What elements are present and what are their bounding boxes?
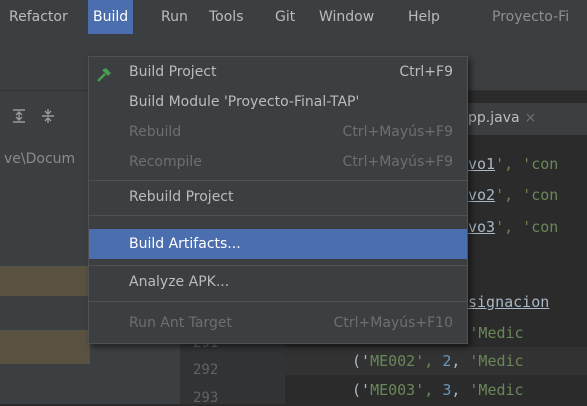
menu-build[interactable]: Build [88, 0, 134, 34]
code-line: vo3', 'con [468, 218, 559, 236]
menu-item-label: Build Artifacts... [129, 236, 241, 252]
editor-tab[interactable]: pp.java × [468, 110, 536, 126]
code-line: ('ME002', 2, 'Medic [352, 352, 524, 370]
code-line: vo2', 'con [468, 186, 559, 204]
code-line: signacion [468, 293, 550, 311]
project-title: Proyecto-Fi [492, 9, 570, 25]
menu-item-label: Build Module 'Proyecto-Final-TAP' [129, 94, 360, 110]
menu-item-build-module[interactable]: Build Module 'Proyecto-Final-TAP' [89, 87, 467, 117]
menu-separator [89, 301, 467, 302]
menu-separator [89, 180, 467, 181]
highlighted-row [0, 266, 90, 296]
menu-item-shortcut: Ctrl+F9 [399, 64, 453, 80]
menu-item-rebuild: Rebuild Ctrl+Mayús+F9 [89, 117, 467, 147]
menu-item-shortcut: Ctrl+Mayús+F9 [342, 124, 453, 140]
menu-refactor[interactable]: Refactor [4, 0, 73, 34]
menu-item-build-project[interactable]: Build Project Ctrl+F9 [89, 57, 467, 87]
menu-item-shortcut: Ctrl+Mayús+F9 [342, 154, 453, 170]
hammer-icon [96, 64, 112, 82]
menu-item-label: Rebuild [129, 124, 182, 140]
menu-tools[interactable]: Tools [204, 0, 249, 34]
build-menu: Build Project Ctrl+F9 Build Module 'Proy… [88, 56, 468, 344]
code-line: vo1', 'con [468, 155, 559, 173]
menu-item-shortcut: Ctrl+Mayús+F10 [333, 315, 453, 331]
menu-item-run-ant-target: Run Ant Target Ctrl+Mayús+F10 [89, 308, 467, 338]
menu-separator [89, 265, 467, 266]
menu-item-rebuild-project[interactable]: Rebuild Project [89, 182, 467, 212]
menu-separator [89, 215, 467, 216]
highlighted-row [0, 330, 90, 364]
tab-label: pp.java [468, 110, 520, 126]
menu-item-analyze-apk[interactable]: Analyze APK... [89, 267, 467, 297]
menu-bar: Refactor Build Run Tools Git Window Help… [0, 0, 587, 34]
menu-item-label: Build Project [129, 64, 217, 80]
menu-run[interactable]: Run [156, 0, 193, 34]
menu-item-build-artifacts[interactable]: Build Artifacts... [89, 229, 467, 259]
line-number: 292 [193, 362, 219, 378]
menu-item-label: Recompile [129, 154, 202, 170]
menu-help[interactable]: Help [403, 0, 445, 34]
close-icon[interactable]: × [525, 110, 537, 126]
menu-git[interactable]: Git [270, 0, 300, 34]
collapse-all-icon[interactable] [40, 108, 56, 128]
menu-item-recompile: Recompile Ctrl+Mayús+F9 [89, 147, 467, 177]
project-path: ve\Docum [4, 151, 76, 167]
expand-all-icon[interactable] [11, 108, 27, 128]
menu-item-label: Rebuild Project [129, 189, 234, 205]
menu-item-label: Run Ant Target [129, 315, 232, 331]
menu-item-label: Analyze APK... [129, 274, 230, 290]
code-line: ('ME003', 3, 'Medic [352, 381, 524, 399]
menu-window[interactable]: Window [314, 0, 379, 34]
